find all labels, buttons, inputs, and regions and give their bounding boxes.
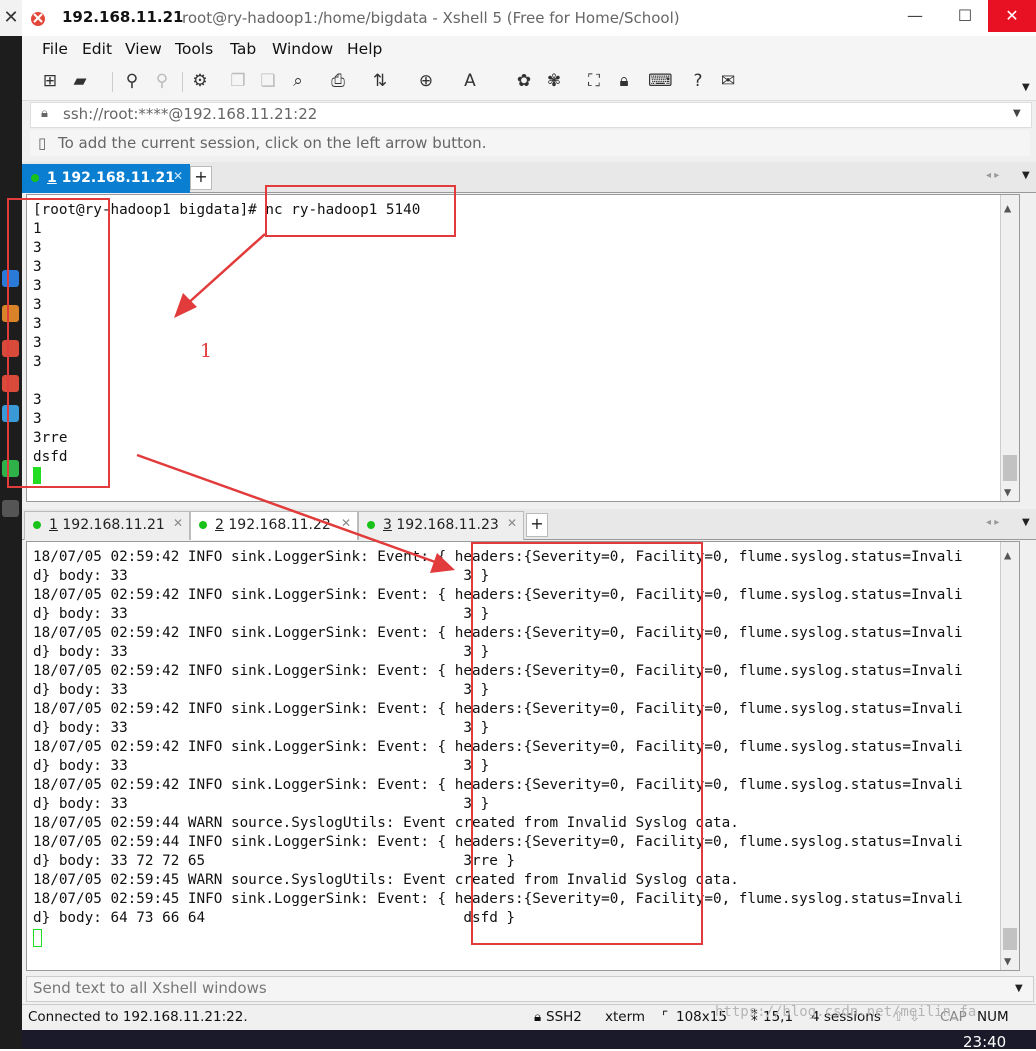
annotation-arrows — [136, 233, 455, 573]
taskbar-clock: 23:40 — [963, 1033, 1007, 1051]
blog-watermark: https://blog.csdn.net/meilin_fa — [715, 1004, 977, 1020]
annotation-arrow-2 — [136, 453, 439, 565]
annotation-arrowhead-2 — [430, 553, 455, 573]
annotation-arrow-1 — [185, 233, 266, 306]
taskbar — [22, 1030, 1036, 1049]
